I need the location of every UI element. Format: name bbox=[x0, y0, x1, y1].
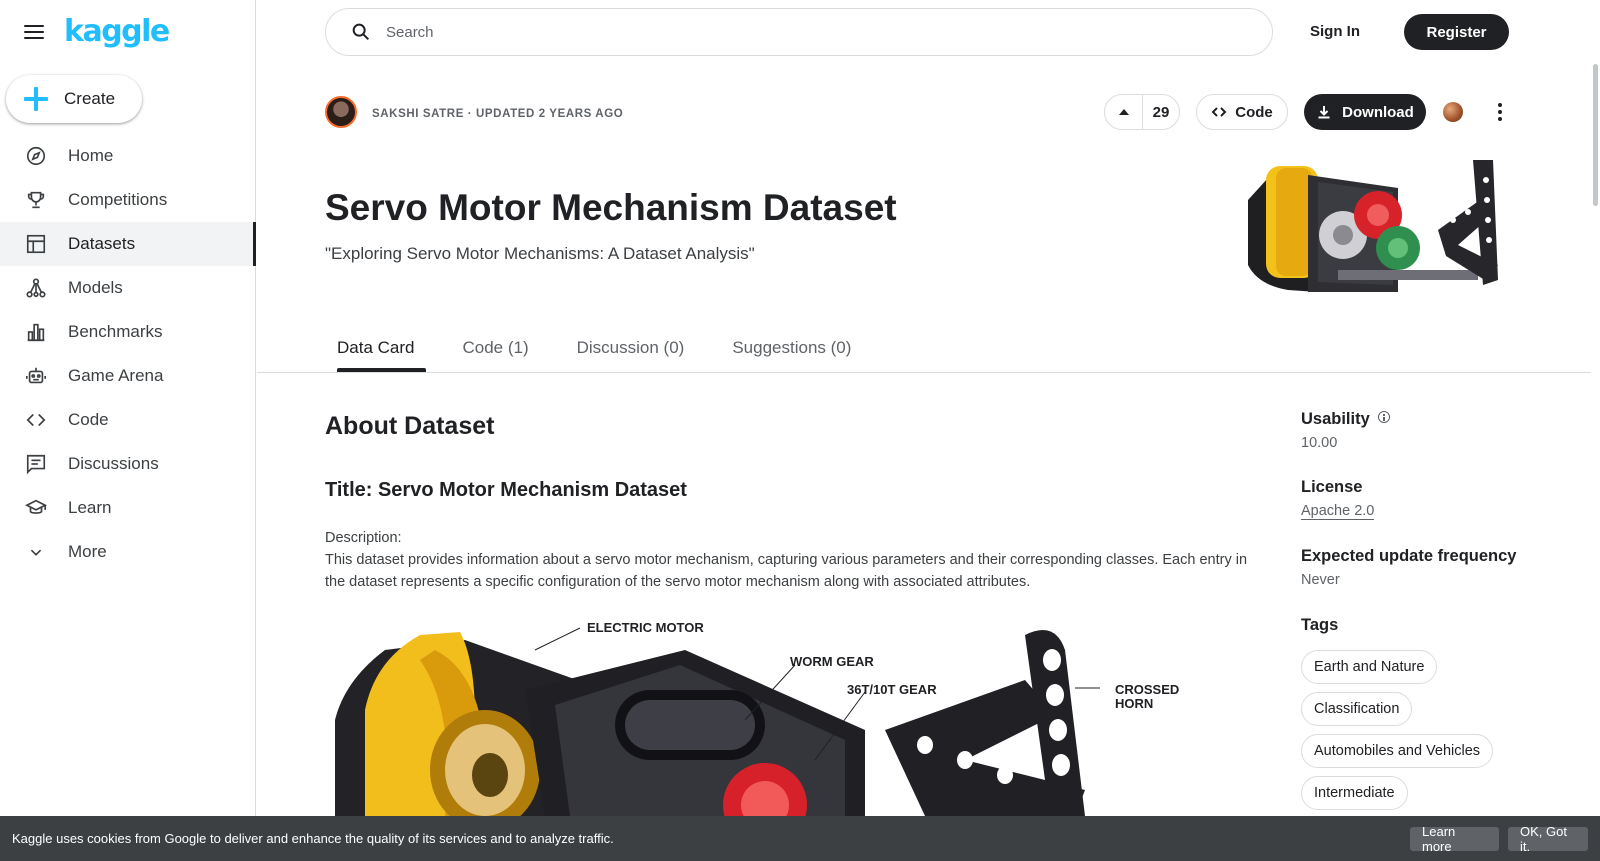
content-title-heading: Title: Servo Motor Mechanism Dataset bbox=[325, 479, 687, 501]
description-label: Description: bbox=[325, 530, 402, 546]
sidebar-item-more[interactable]: More bbox=[0, 530, 256, 574]
robot-icon bbox=[24, 364, 48, 388]
sidebar-item-game-arena[interactable]: Game Arena bbox=[0, 354, 256, 398]
dataset-title: Servo Motor Mechanism Dataset bbox=[325, 187, 897, 228]
diagram-label-worm-gear: WORM GEAR bbox=[790, 654, 874, 669]
sidebar-item-label: Discussions bbox=[68, 454, 159, 473]
chevron-down-icon bbox=[24, 540, 48, 564]
search-input[interactable] bbox=[386, 23, 1206, 41]
about-heading: About Dataset bbox=[325, 412, 495, 440]
sidebar-item-models[interactable]: Models bbox=[0, 266, 256, 310]
sidebar-item-label: Code bbox=[68, 410, 109, 429]
tags-heading: Tags bbox=[1301, 616, 1339, 634]
menu-icon[interactable] bbox=[24, 25, 44, 39]
bronze-medal-icon[interactable] bbox=[1443, 102, 1463, 122]
sidebar: kaggle Create Home Competitions Datasets… bbox=[0, 0, 256, 861]
tab-data-card[interactable]: Data Card bbox=[325, 336, 427, 372]
code-button-label: Code bbox=[1235, 103, 1273, 121]
table-icon bbox=[24, 232, 48, 256]
diagram-label-gear-36t: 36T/10T GEAR bbox=[847, 682, 937, 697]
page-scrollbar[interactable] bbox=[1593, 64, 1598, 206]
upvote-button[interactable] bbox=[1105, 95, 1143, 129]
vote-widget: 29 bbox=[1104, 94, 1180, 130]
tabs-divider bbox=[257, 372, 1591, 373]
sidebar-item-home[interactable]: Home bbox=[0, 134, 256, 178]
more-vert-icon[interactable] bbox=[1497, 100, 1503, 124]
sidebar-item-label: Datasets bbox=[68, 234, 136, 253]
models-icon bbox=[24, 276, 48, 300]
ok-got-it-button[interactable]: OK, Got it. bbox=[1508, 824, 1588, 854]
create-label: Create bbox=[64, 89, 116, 108]
servo-thumbnail bbox=[1248, 160, 1498, 292]
sidebar-item-competitions[interactable]: Competitions bbox=[0, 178, 256, 222]
dataset-cover-image bbox=[1248, 160, 1525, 301]
sidebar-item-label: Home bbox=[68, 146, 114, 165]
sidebar-item-label: Benchmarks bbox=[68, 322, 163, 341]
bar-chart-icon bbox=[24, 320, 48, 344]
info-icon[interactable] bbox=[1377, 411, 1390, 423]
sidebar-item-benchmarks[interactable]: Benchmarks bbox=[0, 310, 256, 354]
comment-icon bbox=[24, 452, 48, 476]
license-heading: License bbox=[1301, 478, 1363, 496]
trophy-icon bbox=[24, 188, 48, 212]
sidebar-item-code[interactable]: Code bbox=[0, 398, 256, 442]
frequency-value: Never bbox=[1301, 572, 1340, 588]
license-link[interactable]: Apache 2.0 bbox=[1301, 503, 1375, 520]
search-bar[interactable] bbox=[325, 8, 1273, 56]
code-button[interactable]: Code bbox=[1196, 94, 1288, 130]
sidebar-item-label: Models bbox=[68, 278, 123, 297]
download-button-label: Download bbox=[1342, 103, 1414, 121]
avatar[interactable] bbox=[325, 96, 357, 128]
tab-discussion[interactable]: Discussion (0) bbox=[565, 336, 697, 372]
cookie-message: Kaggle uses cookies from Google to deliv… bbox=[12, 831, 614, 846]
plus-icon bbox=[24, 87, 48, 111]
arrow-up-icon bbox=[1118, 109, 1129, 115]
vote-count: 29 bbox=[1152, 103, 1170, 121]
register-button[interactable]: Register bbox=[1404, 14, 1509, 50]
tag-chip[interactable]: Earth and Nature bbox=[1301, 650, 1438, 684]
school-icon bbox=[24, 496, 48, 520]
diagram-label-electric-motor: ELECTRIC MOTOR bbox=[587, 620, 704, 635]
sidebar-item-label: Game Arena bbox=[68, 366, 164, 385]
download-button[interactable]: Download bbox=[1304, 94, 1426, 130]
dataset-tabs: Data Card Code (1) Discussion (0) Sugges… bbox=[325, 336, 863, 372]
sidebar-item-label: Competitions bbox=[68, 190, 168, 209]
sidebar-item-datasets[interactable]: Datasets bbox=[0, 222, 256, 266]
usability-heading-text: Usability bbox=[1301, 410, 1370, 428]
tag-chip[interactable]: Intermediate bbox=[1301, 776, 1408, 810]
download-icon bbox=[1318, 106, 1330, 119]
brand: kaggle bbox=[24, 14, 170, 50]
code-icon bbox=[1211, 107, 1227, 117]
sidebar-item-label: Learn bbox=[68, 498, 112, 517]
dataset-subtitle: "Exploring Servo Motor Mechanisms: A Dat… bbox=[325, 244, 755, 263]
usability-heading: Usability bbox=[1301, 408, 1390, 430]
dataset-byline: SAKSHI SATRE · UPDATED 2 YEARS AGO bbox=[372, 108, 624, 120]
servo-diagram-image: ELECTRIC MOTOR WORM GEAR 36T/10T GEAR CR… bbox=[325, 620, 1205, 816]
sign-in-button[interactable]: Sign In bbox=[1310, 20, 1360, 44]
cookie-banner: Kaggle uses cookies from Google to deliv… bbox=[0, 816, 1600, 861]
diagram-label-crossed: CROSSED bbox=[1115, 682, 1179, 697]
search-icon bbox=[352, 23, 370, 41]
sidebar-item-learn[interactable]: Learn bbox=[0, 486, 256, 530]
sidebar-nav: Home Competitions Datasets Models Benchm… bbox=[0, 134, 256, 574]
usability-value: 10.00 bbox=[1301, 435, 1338, 451]
sidebar-item-label: More bbox=[68, 542, 107, 561]
diagram-label-horn: HORN bbox=[1115, 696, 1153, 711]
tab-code[interactable]: Code (1) bbox=[450, 336, 540, 372]
frequency-heading: Expected update frequency bbox=[1301, 547, 1517, 565]
create-button[interactable]: Create bbox=[6, 75, 142, 123]
kaggle-logo[interactable]: kaggle bbox=[64, 14, 170, 50]
compass-icon bbox=[24, 144, 48, 168]
learn-more-button[interactable]: Learn more bbox=[1410, 824, 1499, 854]
tag-chip[interactable]: Automobiles and Vehicles bbox=[1301, 734, 1494, 768]
sidebar-item-discussions[interactable]: Discussions bbox=[0, 442, 256, 486]
tag-chip[interactable]: Classification bbox=[1301, 692, 1413, 726]
license-value: Apache 2.0 bbox=[1301, 501, 1375, 521]
description-text: This dataset provides information about … bbox=[325, 552, 1248, 590]
tab-suggestions[interactable]: Suggestions (0) bbox=[720, 336, 863, 372]
code-icon bbox=[24, 408, 48, 432]
